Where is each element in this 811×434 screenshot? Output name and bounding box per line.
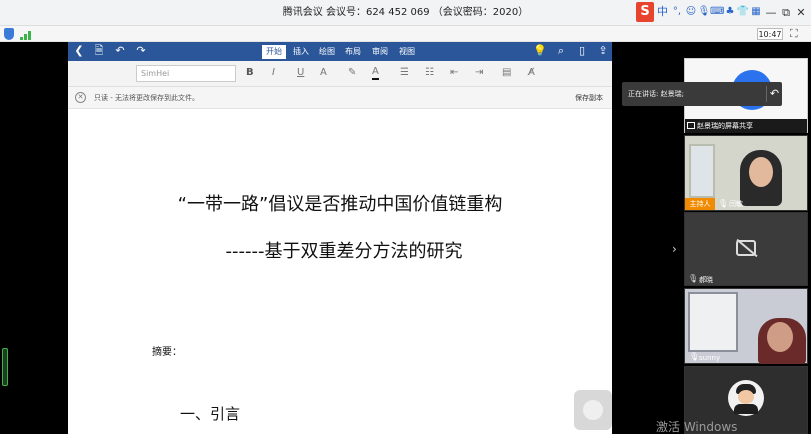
- tab-view[interactable]: 视图: [399, 46, 415, 58]
- mic-muted-icon: 🎙: [688, 274, 699, 283]
- search-icon[interactable]: ⌕: [554, 44, 568, 58]
- underline-button[interactable]: U: [297, 66, 304, 80]
- back-icon[interactable]: ❮: [72, 44, 86, 58]
- participant-name: sunny: [699, 354, 721, 362]
- meeting-timer: 10:47: [757, 28, 783, 40]
- chevron-right-icon[interactable]: ›: [672, 241, 677, 257]
- return-icon[interactable]: ↶: [766, 86, 780, 102]
- avatar-body: [734, 404, 758, 414]
- tab-insert[interactable]: 插入: [293, 46, 309, 58]
- signal-strength-icon[interactable]: [20, 30, 32, 40]
- styles-icon[interactable]: ▤: [502, 66, 511, 80]
- document-subtitle: ------基于双重差分方法的研究: [225, 241, 463, 262]
- toolbox-icon[interactable]: ▦: [749, 5, 763, 19]
- fullscreen-icon[interactable]: ⛶: [790, 27, 798, 41]
- participant-name: 赵景瑞的屏幕共享: [697, 122, 753, 130]
- participant-name: 郝晓: [699, 276, 713, 284]
- phone-icon[interactable]: ▯: [575, 44, 589, 58]
- shield-icon[interactable]: [4, 28, 14, 40]
- italic-button[interactable]: I: [272, 66, 275, 80]
- ime-logo-icon[interactable]: S: [636, 2, 654, 22]
- share-icon[interactable]: ⇪: [596, 44, 610, 58]
- tab-review[interactable]: 审阅: [372, 46, 388, 58]
- participant-face: [767, 322, 793, 352]
- ime-mode-indicator[interactable]: 中: [657, 4, 668, 20]
- readonly-message: 只读 - 无法将更改保存到此文件。: [94, 94, 199, 102]
- meeting-status-bar: [0, 26, 811, 42]
- windows-activation-watermark: 激活 Windows: [656, 420, 738, 434]
- undo-icon[interactable]: ↶: [113, 44, 127, 58]
- file-icon[interactable]: 🗎: [92, 44, 106, 58]
- document-page[interactable]: [68, 109, 612, 434]
- lightbulb-icon[interactable]: 💡: [533, 44, 547, 58]
- floating-assist-button[interactable]: [574, 390, 612, 430]
- participant-name: 闫敏: [729, 200, 743, 208]
- tab-layout[interactable]: 布局: [345, 46, 361, 58]
- close-button[interactable]: ✕: [792, 4, 810, 22]
- save-copy-button[interactable]: 保存副本: [575, 92, 603, 104]
- close-icon[interactable]: ✕: [75, 92, 86, 103]
- shirt-icon[interactable]: 👕: [736, 5, 750, 19]
- host-badge: 主持人: [685, 198, 715, 210]
- redo-icon[interactable]: ↷: [134, 44, 148, 58]
- font-name-field[interactable]: SimHei: [136, 65, 236, 82]
- highlight-icon[interactable]: ✎: [348, 66, 356, 80]
- keyboard-icon[interactable]: ⌨: [710, 5, 724, 19]
- clear-format-icon[interactable]: A̸: [528, 66, 535, 80]
- numbering-icon[interactable]: ☷: [425, 66, 434, 80]
- screen-share-icon: [687, 122, 695, 129]
- avatar-face: [738, 390, 754, 404]
- video-background: [688, 292, 738, 352]
- speaking-text: 正在讲话: 赵景瑞;: [628, 90, 684, 98]
- emoji-icon[interactable]: ☺: [684, 5, 698, 19]
- section-heading: 一、引言: [180, 405, 241, 423]
- side-handle[interactable]: [2, 348, 8, 386]
- microphone-icon[interactable]: 🎙: [697, 5, 711, 19]
- punctuation-icon[interactable]: °,: [670, 5, 684, 19]
- microphone-icon: 🎙: [718, 199, 729, 208]
- increase-indent-icon[interactable]: ⇥: [475, 66, 483, 80]
- tab-draw[interactable]: 绘图: [319, 46, 335, 58]
- abstract-label: 摘要：: [152, 347, 182, 358]
- video-background: [689, 144, 715, 198]
- word-ribbon: [68, 42, 612, 61]
- document-title: “一带一路”倡议是否推动中国价值链重构: [177, 194, 503, 215]
- microphone-icon: 🎙: [689, 352, 700, 361]
- skin-icon[interactable]: ♣: [723, 5, 737, 19]
- participant-face: [749, 157, 773, 187]
- bullets-icon[interactable]: ☰: [400, 66, 409, 80]
- decrease-indent-icon[interactable]: ⇤: [450, 66, 458, 80]
- font-size-button[interactable]: A: [320, 66, 327, 80]
- tab-home[interactable]: 开始: [262, 45, 286, 59]
- font-color-icon[interactable]: A: [372, 66, 379, 80]
- bold-button[interactable]: B: [246, 66, 254, 80]
